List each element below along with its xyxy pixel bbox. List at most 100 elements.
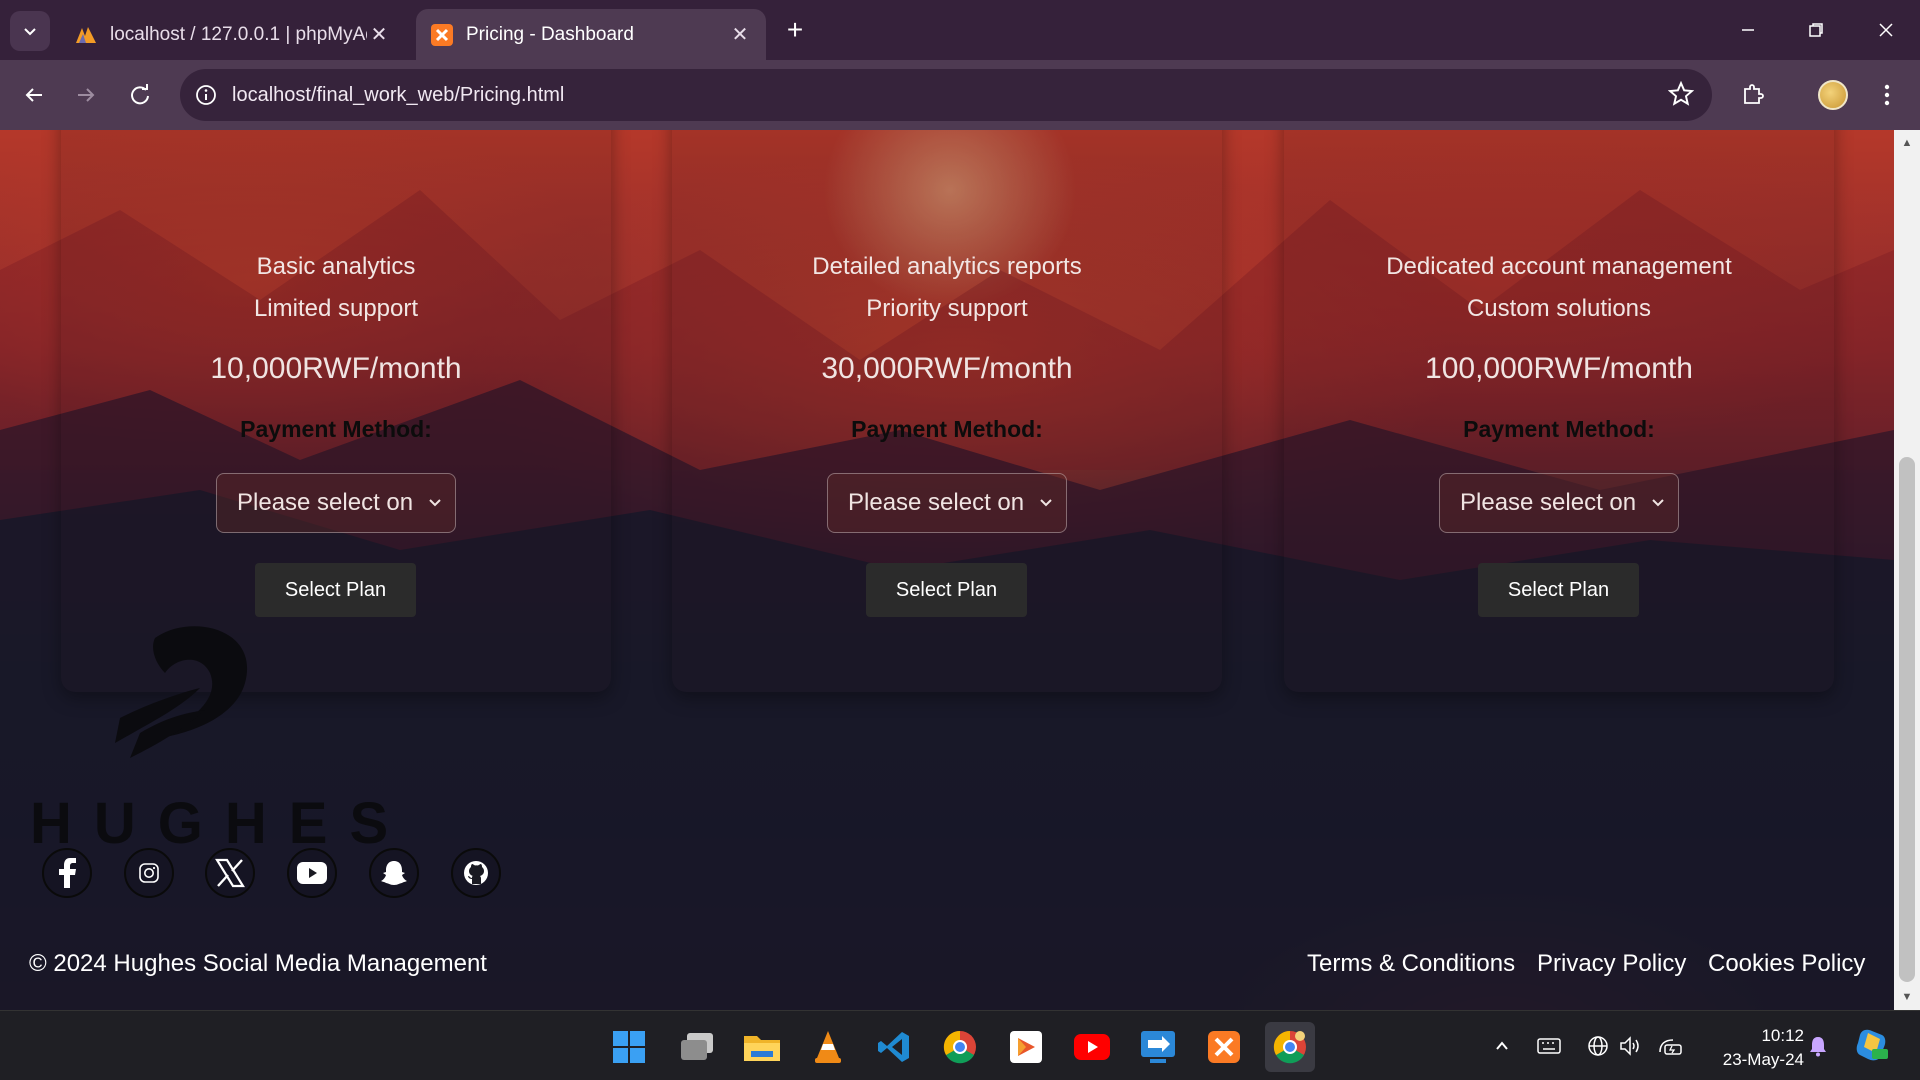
close-icon[interactable]: ✕: [728, 23, 752, 47]
avatar: [1818, 80, 1848, 110]
tab-title: localhost / 127.0.0.1 | phpMyAd: [110, 23, 367, 45]
tab-title: Pricing - Dashboard: [466, 23, 634, 45]
forward-button[interactable]: [66, 75, 106, 115]
x-link[interactable]: [205, 848, 255, 898]
reload-icon: [131, 84, 149, 105]
copyright-text: © 2024 Hughes Social Media Management: [29, 950, 487, 977]
payment-method-select[interactable]: Please select on: [216, 473, 456, 533]
payment-method-select[interactable]: Please select on: [1439, 473, 1679, 533]
feature-item: Dedicated account management: [1386, 253, 1732, 280]
payment-method-label: Payment Method:: [240, 416, 432, 442]
instagram-link[interactable]: [124, 848, 174, 898]
plan-card-pro: Detailed analytics reports Priority supp…: [672, 130, 1222, 692]
keyboard-icon[interactable]: [1533, 1031, 1565, 1061]
browser-toolbar: localhost/final_work_web/Pricing.html: [0, 60, 1920, 130]
feature-item: Custom solutions: [1466, 295, 1652, 322]
close-window-button[interactable]: [1862, 10, 1910, 50]
feature-item: Priority support: [866, 295, 1028, 322]
system-clock[interactable]: 10:12 23-May-24: [1694, 1024, 1804, 1072]
payment-method-label: Payment Method:: [851, 416, 1043, 442]
page-viewport: Basic analytics Limited support 10,000RW…: [0, 130, 1920, 1010]
select-plan-button[interactable]: Select Plan: [866, 563, 1027, 617]
copilot-icon[interactable]: [1852, 1025, 1892, 1065]
scroll-thumb[interactable]: [1899, 457, 1915, 982]
feature-item: Limited support: [253, 295, 419, 322]
media-player-icon[interactable]: [1001, 1022, 1051, 1072]
plan-card-enterprise: Dedicated account management Custom solu…: [1284, 130, 1834, 692]
volume-icon[interactable]: [1614, 1031, 1646, 1061]
payment-method-label: Payment Method:: [1463, 416, 1655, 442]
xampp-icon[interactable]: [1199, 1022, 1249, 1072]
footer-link-terms[interactable]: Terms & Conditions: [1307, 950, 1515, 978]
plan-price: 10,000RWF/month: [210, 352, 462, 385]
scroll-up-arrow-icon[interactable]: ▲: [1894, 130, 1920, 156]
bookmark-star-icon[interactable]: [1667, 80, 1695, 112]
youtube-icon: [297, 862, 327, 884]
select-plan-button[interactable]: Select Plan: [255, 563, 416, 617]
payment-method-select[interactable]: Please select on: [827, 473, 1067, 533]
close-icon: [1879, 23, 1893, 37]
kebab-menu-icon: [1884, 84, 1890, 106]
close-icon[interactable]: ✕: [367, 23, 391, 47]
github-icon: [464, 861, 488, 885]
address-bar[interactable]: localhost/final_work_web/Pricing.html: [180, 69, 1712, 121]
facebook-icon: [59, 858, 76, 888]
plan-price: 100,000RWF/month: [1425, 352, 1693, 385]
windows-start-icon[interactable]: [604, 1022, 654, 1072]
plan-card-basic: Basic analytics Limited support 10,000RW…: [61, 130, 611, 692]
scroll-down-arrow-icon[interactable]: ▼: [1894, 984, 1920, 1010]
chevron-down-icon: [24, 28, 36, 36]
chrome-icon[interactable]: [935, 1022, 985, 1072]
task-view-icon[interactable]: [672, 1022, 722, 1072]
feature-item: Detailed analytics reports: [812, 253, 1082, 280]
facebook-link[interactable]: [42, 848, 92, 898]
vscode-icon[interactable]: [869, 1022, 919, 1072]
tab-phpmyadmin[interactable]: localhost / 127.0.0.1 | phpMyAd ✕: [60, 9, 405, 60]
extensions-button[interactable]: [1733, 75, 1773, 115]
file-explorer-icon[interactable]: [737, 1022, 787, 1072]
hughes-logo-icon: [115, 626, 248, 758]
chevron-up-icon[interactable]: [1486, 1031, 1518, 1061]
select-plan-button[interactable]: Select Plan: [1478, 563, 1639, 617]
minimize-icon: [1742, 29, 1754, 31]
select-value: Please select on: [237, 489, 414, 516]
youtube-link[interactable]: [287, 848, 337, 898]
youtube-icon[interactable]: [1067, 1022, 1117, 1072]
puzzle-icon: [1744, 84, 1764, 104]
footer-link-cookies[interactable]: Cookies Policy: [1708, 950, 1865, 978]
github-link[interactable]: [451, 848, 501, 898]
snapchat-link[interactable]: [369, 848, 419, 898]
arrow-left-icon: [25, 88, 42, 102]
menu-button[interactable]: [1867, 75, 1907, 115]
select-value: Please select on: [1460, 489, 1637, 516]
chevron-down-icon: [429, 499, 441, 507]
chrome-profile-icon[interactable]: [1265, 1022, 1315, 1072]
clock-date: 23-May-24: [1722, 1050, 1804, 1069]
tab-pricing[interactable]: Pricing - Dashboard ✕: [416, 9, 766, 60]
phpmyadmin-icon: [74, 23, 98, 47]
page-scrollbar[interactable]: ▲ ▼: [1894, 130, 1920, 1010]
tab-search-button[interactable]: [10, 11, 50, 51]
footer-link-privacy[interactable]: Privacy Policy: [1537, 950, 1686, 978]
select-value: Please select on: [848, 489, 1025, 516]
x-icon: [215, 858, 245, 888]
snapchat-icon: [381, 861, 407, 885]
site-info-icon[interactable]: [180, 69, 232, 121]
url-text: localhost/final_work_web/Pricing.html: [232, 83, 565, 106]
restore-button[interactable]: [1792, 10, 1840, 50]
minimize-button[interactable]: [1724, 10, 1772, 50]
vlc-icon[interactable]: [803, 1022, 853, 1072]
instagram-icon: [139, 863, 159, 883]
reload-button[interactable]: [120, 75, 160, 115]
back-button[interactable]: [14, 75, 54, 115]
globe-icon[interactable]: [1582, 1031, 1614, 1061]
xampp-icon: [430, 23, 454, 47]
profile-button[interactable]: [1813, 75, 1853, 115]
tab-strip: localhost / 127.0.0.1 | phpMyAd ✕ Pricin…: [0, 0, 1920, 60]
notification-bell-icon[interactable]: [1802, 1031, 1834, 1061]
new-tab-button[interactable]: +: [780, 16, 810, 46]
plan-price: 30,000RWF/month: [821, 352, 1073, 385]
clock-time: 10:12: [1761, 1026, 1804, 1045]
remote-desktop-icon[interactable]: [1133, 1022, 1183, 1072]
battery-charging-icon[interactable]: [1654, 1031, 1686, 1061]
